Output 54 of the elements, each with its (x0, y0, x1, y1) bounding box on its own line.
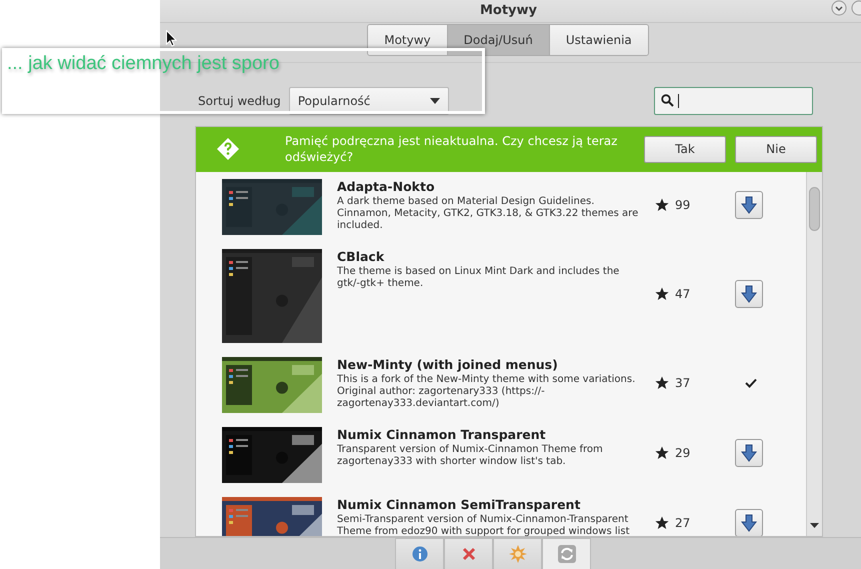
download-arrow-icon (741, 285, 757, 304)
scrollbar[interactable] (806, 172, 822, 536)
refresh-icon (558, 544, 576, 563)
tab[interactable]: Ustawienia (550, 24, 648, 55)
cross-icon (462, 546, 476, 561)
settings-button[interactable] (493, 538, 542, 569)
theme-name: New-Minty (with joined menus) (337, 356, 559, 372)
scroll-thumb[interactable] (809, 186, 820, 231)
star-icon (655, 287, 669, 302)
info-button[interactable] (395, 538, 444, 569)
rating-count: 99 (675, 198, 690, 212)
theme-name: CBlack (337, 248, 386, 264)
rating-count: 47 (675, 287, 690, 302)
theme-description: A dark theme based on Material Design Guidelines. Cinnamon, Metacity, GTK2, GTK3.18, & GTK3.22 themes are included. (337, 196, 640, 232)
no-button[interactable]: Nie (735, 136, 817, 163)
theme-description: Semi-Transparent version of Numix-Cinnamon-Transparent Theme from edoz90 with support for grouped windows list (337, 514, 631, 536)
rating-count: 27 (675, 516, 690, 530)
star-icon (655, 376, 669, 390)
theme-description: The theme is based on Linux Mint Dark and includes the gtk/-gtk+ theme. (337, 266, 620, 290)
sort-label: Sortuj według (198, 94, 281, 108)
refresh-button[interactable] (542, 538, 591, 569)
window-title: Motywy (480, 3, 538, 18)
sun-icon (508, 544, 526, 563)
theme-description: This is a fork of the New-Minty theme with some variations. Original author: zagortenary333 (https://-zagortenay333.deviantart.com/) (337, 374, 636, 410)
download-button[interactable] (735, 439, 763, 468)
info-icon (412, 546, 428, 562)
search-icon (660, 94, 674, 108)
download-arrow-icon (741, 196, 757, 214)
question-icon (216, 137, 240, 162)
yes-button[interactable]: Tak (644, 136, 726, 163)
minimize-icon[interactable] (831, 0, 847, 16)
theme-description: Transparent version of Numix-Cinnamon Theme from zagortenay333 with shorter window list's tab. (337, 444, 604, 468)
download-arrow-icon (741, 514, 757, 532)
rating-count: 37 (675, 376, 690, 390)
theme-name: Numix Cinnamon Transparent (337, 426, 547, 442)
tab[interactable]: Dodaj/Usuń (448, 24, 550, 55)
cache-message: Pamięć podręczna jest nieaktualna. Czy chcesz ją teraz odświeżyć? (285, 133, 618, 166)
theme-name: Adapta-Nokto (337, 178, 436, 194)
scroll-down-icon[interactable] (810, 522, 819, 528)
download-arrow-icon (741, 444, 757, 462)
download-button[interactable] (735, 280, 763, 308)
search-field[interactable] (654, 86, 813, 115)
dropdown-arrow-icon (430, 98, 440, 104)
cursor-icon (166, 30, 177, 47)
theme-name: Numix Cinnamon SemiTransparent (337, 496, 582, 512)
rating-count: 29 (675, 446, 690, 460)
star-icon (655, 446, 669, 460)
remove-button[interactable] (444, 538, 493, 569)
download-button[interactable] (735, 509, 763, 536)
tab[interactable]: Motywy (368, 24, 448, 55)
annotation-text: ... jak widać ciemnych jest sporo (7, 53, 280, 75)
star-icon (655, 516, 669, 530)
download-button[interactable] (735, 191, 763, 220)
star-icon (655, 198, 669, 212)
